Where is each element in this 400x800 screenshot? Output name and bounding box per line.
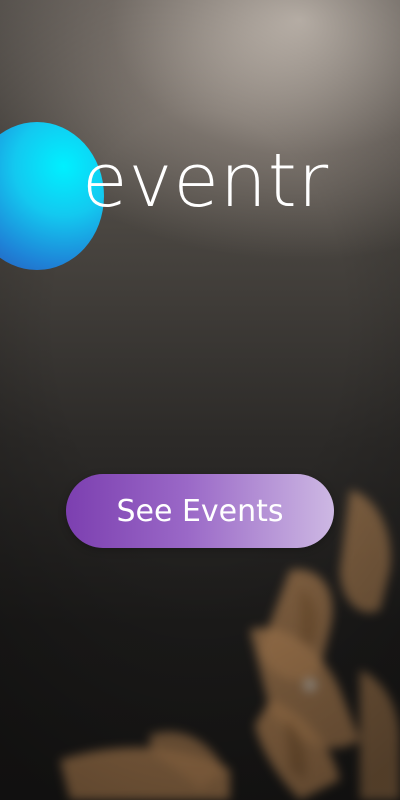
splash-screen: eventr See Events <box>0 0 400 800</box>
see-events-button[interactable]: See Events <box>66 474 334 548</box>
app-logo: eventr <box>0 122 400 272</box>
logo-wordmark: eventr <box>82 138 330 224</box>
